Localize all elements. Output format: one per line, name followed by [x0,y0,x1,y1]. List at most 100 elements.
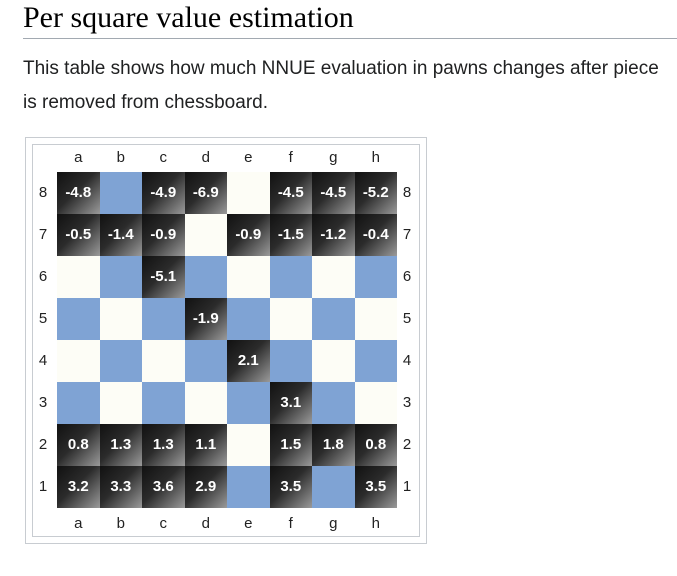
square-value: -4.9 [150,184,177,201]
square-value: 3.6 [152,478,174,495]
file-label-top: e [244,149,253,166]
rank-label-right: 1 [402,478,412,495]
square-value: 0.8 [67,436,89,453]
file-label-top: h [371,149,380,166]
square-c3 [142,382,185,424]
square-b2: 1.3 [99,424,142,466]
square-h3 [354,382,397,424]
square-value: 2.9 [195,478,217,495]
square-e1 [227,466,270,508]
square-d3 [184,382,227,424]
square-value: -0.9 [150,226,177,243]
square-e8 [227,172,270,214]
square-g7: -1.2 [312,214,355,256]
square-b7: -1.4 [99,214,142,256]
file-label-bottom: f [288,515,293,532]
square-h5 [354,298,397,340]
square-value: -1.4 [107,226,134,243]
square-c2: 1.3 [142,424,185,466]
rank-label-right: 5 [402,310,412,327]
square-c8: -4.9 [142,172,185,214]
square-f4 [269,340,312,382]
square-h1: 3.5 [354,466,397,508]
square-value: -4.5 [320,184,347,201]
rank-label-right: 2 [402,436,412,453]
square-e5 [227,298,270,340]
square-h6 [354,256,397,298]
square-h4 [354,340,397,382]
square-f6 [269,256,312,298]
square-value: -1.2 [320,226,347,243]
square-value: -1.9 [192,310,219,327]
square-d5: -1.9 [184,298,227,340]
square-d8: -6.9 [184,172,227,214]
square-c1: 3.6 [142,466,185,508]
square-g6 [312,256,355,298]
square-b8 [99,172,142,214]
square-d4 [184,340,227,382]
square-value: 3.3 [110,478,132,495]
rank-label-left: 2 [38,436,48,453]
rank-label-right: 7 [402,226,412,243]
square-f5 [269,298,312,340]
rank-label-right: 4 [402,352,412,369]
square-b5 [99,298,142,340]
square-a6 [57,256,100,298]
square-a5 [57,298,100,340]
square-g4 [312,340,355,382]
square-f3: 3.1 [269,382,312,424]
rank-label-left: 8 [38,184,48,201]
square-h8: -5.2 [354,172,397,214]
rank-label-right: 3 [402,394,412,411]
file-label-bottom: g [329,515,338,532]
file-label-top: f [288,149,293,166]
rank-label-right: 8 [402,184,412,201]
square-e3 [227,382,270,424]
square-e7: -0.9 [227,214,270,256]
file-label-top: g [329,149,338,166]
square-value: -0.9 [235,226,262,243]
square-b3 [99,382,142,424]
square-g3 [312,382,355,424]
square-value: 1.1 [195,436,217,453]
square-g1 [312,466,355,508]
file-label-bottom: e [244,515,253,532]
square-c4 [142,340,185,382]
square-value: 3.2 [67,478,89,495]
square-value: -4.8 [65,184,92,201]
file-label-bottom: h [371,515,380,532]
square-d7 [184,214,227,256]
square-b1: 3.3 [99,466,142,508]
file-label-bottom: c [159,515,168,532]
square-value: -0.4 [362,226,389,243]
square-f2: 1.5 [269,424,312,466]
square-d2: 1.1 [184,424,227,466]
square-f1: 3.5 [269,466,312,508]
file-label-bottom: d [201,515,210,532]
file-label-top: a [74,149,83,166]
square-c5 [142,298,185,340]
square-f8: -4.5 [269,172,312,214]
file-label-top: b [116,149,125,166]
square-c7: -0.9 [142,214,185,256]
square-value: -0.5 [65,226,92,243]
chessboard: -4.8 -4.9 -6.9 -4.5 -4.5 -5.2 -0.5 -1.4 -0.9 -0.9… [57,172,397,508]
square-value: 0.8 [365,436,387,453]
square-value: 2.1 [237,352,259,369]
rank-label-left: 7 [38,226,48,243]
square-value: 3.5 [280,478,302,495]
square-g5 [312,298,355,340]
square-e4: 2.1 [227,340,270,382]
square-value: 1.8 [322,436,344,453]
square-d6 [184,256,227,298]
section-title: Per square value estimation [23,0,677,39]
square-value: 1.3 [152,436,174,453]
square-a4 [57,340,100,382]
rank-label-left: 5 [38,310,48,327]
file-label-bottom: b [116,515,125,532]
square-g8: -4.5 [312,172,355,214]
square-value: -1.5 [277,226,304,243]
square-value: -4.5 [277,184,304,201]
square-b4 [99,340,142,382]
rank-label-right: 6 [402,268,412,285]
